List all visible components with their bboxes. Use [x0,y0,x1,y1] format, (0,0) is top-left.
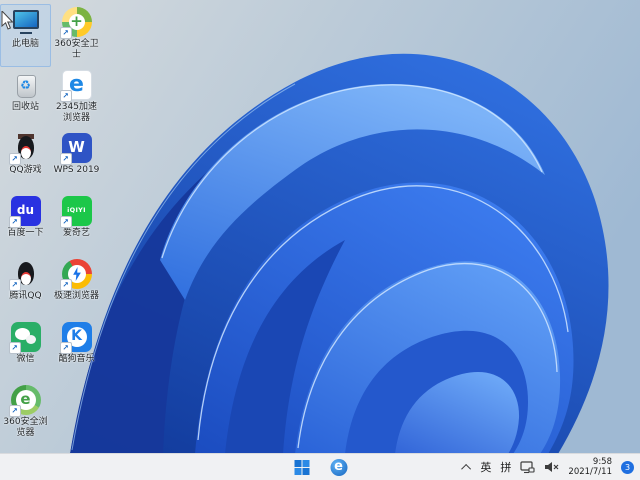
shortcut-arrow-icon [8,153,21,165]
desktop-icon-label: 此电脑 [11,39,39,49]
shortcut-arrow-icon [59,279,72,291]
desktop-icon-label: 极速浏览器 [53,291,99,301]
shortcut-arrow-icon [8,216,21,228]
desktop-icon-label: 2345加速浏览器 [56,102,97,123]
desktop-icon-qq-games[interactable]: QQ游戏 [0,130,51,193]
monitor-icon [11,7,41,37]
hidden-icons-chevron[interactable] [461,463,472,474]
clock-time: 9:58 [592,457,612,467]
desktop-icon-label: 360安全卫士 [54,39,99,60]
desktop-icon-label: QQ游戏 [9,165,42,175]
desktop-icon-kugou-music[interactable]: 酷狗音乐 [51,319,102,382]
desktop-icon-label: 360安全浏览器 [3,417,48,438]
ime-pinyin-indicator[interactable]: 拼 [500,459,511,475]
desktop-icon-tencent-qq[interactable]: 腾讯QQ [0,256,51,319]
chevron-up-icon [461,463,472,474]
recycle-bin-icon [11,70,41,100]
desktop-icon-recycle-bin[interactable]: 回收站 [0,67,51,130]
desktop-icon-label: 酷狗音乐 [58,354,95,364]
shortcut-arrow-icon [59,153,72,165]
ime-language-indicator[interactable]: 英 [480,459,491,475]
mouse-cursor [1,11,14,30]
desktop-icon-label: WPS 2019 [53,165,100,175]
desktop-icon-label: 微信 [16,354,35,364]
windows-11-desktop: 此电脑 360安全卫士 回收站 2345加速浏览器 [0,0,640,480]
shortcut-arrow-icon [59,27,72,39]
ethernet-monitor-icon [520,460,535,473]
desktop-icon-grid: 此电脑 360安全卫士 回收站 2345加速浏览器 [0,4,102,445]
desktop-icon-2345-browser[interactable]: 2345加速浏览器 [51,67,102,130]
browser-taskbar-button[interactable] [327,456,351,478]
start-button[interactable] [290,456,314,478]
notification-badge[interactable]: 3 [621,460,634,474]
desktop-icon-wps-2019[interactable]: WPS 2019 [51,130,102,193]
speaker-muted-icon [545,462,559,472]
blue-e-browser-icon [330,458,347,476]
desktop-icon-label: 腾讯QQ [9,291,42,301]
desktop-icon-label: 回收站 [11,102,39,112]
shortcut-arrow-icon [8,279,21,291]
clock-date: 2021/7/11 [568,467,612,477]
desktop-icon-baidu[interactable]: 百度一下 [0,193,51,256]
volume-tray-button[interactable] [544,461,559,473]
desktop-icon-360-secure-browser[interactable]: 360安全浏览器 [0,382,51,445]
desktop-icon-360-safe-guard[interactable]: 360安全卫士 [51,4,102,67]
clock[interactable]: 9:58 2021/7/11 [568,457,612,477]
shortcut-arrow-icon [8,342,21,354]
shortcut-arrow-icon [8,405,21,417]
desktop-icon-label: 爱奇艺 [62,228,90,238]
windows-logo-icon [294,459,309,475]
desktop-icon-label: 百度一下 [7,228,44,238]
desktop-icon-iqiyi[interactable]: 爱奇艺 [51,193,102,256]
desktop-icon-speed-browser[interactable]: 极速浏览器 [51,256,102,319]
desktop-icon-wechat[interactable]: 微信 [0,319,51,382]
network-tray-button[interactable] [520,460,535,474]
shortcut-arrow-icon [59,342,72,354]
shortcut-arrow-icon [59,216,72,228]
taskbar: 英 拼 9:58 2021/7/11 3 [0,453,640,480]
shortcut-arrow-icon [59,90,72,102]
